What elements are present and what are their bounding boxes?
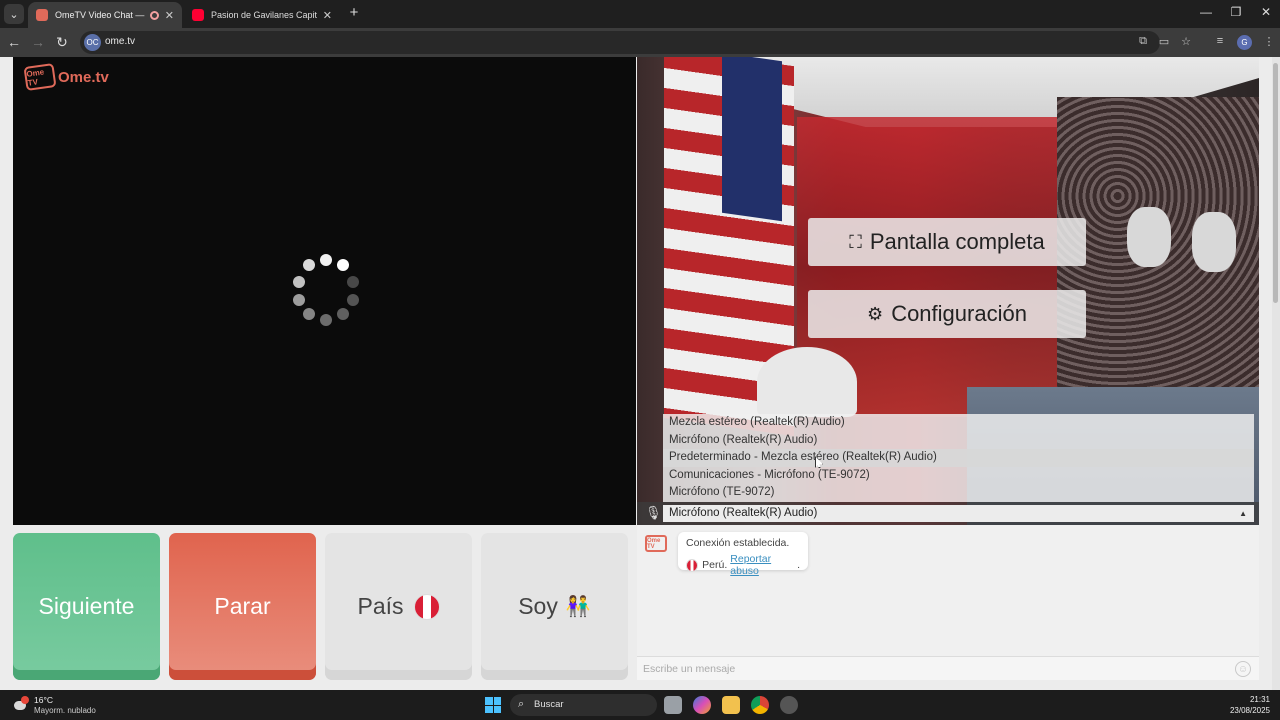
weather-icon[interactable] <box>12 695 30 713</box>
media-queue-icon[interactable]: ≡ <box>1213 35 1227 47</box>
site-info-icon[interactable]: OC <box>84 34 101 51</box>
logo-badge: Ome TV <box>23 63 57 91</box>
country-label: País <box>357 593 404 619</box>
forward-button[interactable]: → <box>30 34 46 50</box>
gender-label: Soy <box>518 593 558 619</box>
mic-option[interactable]: Micrófono (Realtek(R) Audio) <box>663 432 1254 450</box>
clock-time[interactable]: 21:31 <box>1230 695 1270 704</box>
search-label: Buscar <box>534 699 564 710</box>
message-input[interactable] <box>643 661 1223 677</box>
camera-poster-face <box>1192 212 1236 272</box>
close-window-button[interactable]: ✕ <box>1258 5 1274 19</box>
address-bar[interactable]: OC ome.tv <box>80 31 1160 54</box>
fullscreen-icon: ⛶ <box>849 231 862 252</box>
card-icon[interactable]: ▭ <box>1157 35 1171 48</box>
taskbar-search[interactable]: ⌕ Buscar <box>510 694 657 716</box>
windows-taskbar: 16°C Mayorm. nublado ⌕ Buscar 21:31 23/0… <box>0 690 1280 720</box>
camera-poster-face <box>1127 207 1171 267</box>
loading-spinner-icon <box>291 254 361 326</box>
report-abuse-link[interactable]: Reportar abuso <box>730 553 797 577</box>
file-explorer-icon[interactable] <box>722 696 740 714</box>
app-icon[interactable] <box>780 696 798 714</box>
youtube-favicon <box>192 9 204 21</box>
gender-button[interactable]: Soy 👫 <box>481 533 628 680</box>
copilot-icon[interactable] <box>693 696 711 714</box>
scrollbar-thumb[interactable] <box>1273 63 1278 303</box>
microphone-dropdown-list: Mezcla estéreo (Realtek(R) Audio) Micróf… <box>663 414 1254 502</box>
emoji-icon[interactable]: ☺ <box>1235 661 1251 677</box>
close-icon[interactable]: ✕ <box>165 9 174 22</box>
report-suffix: . <box>797 559 800 571</box>
mic-selected-value: Micrófono (Realtek(R) Audio) <box>669 507 818 519</box>
camera-flag-canton <box>722 57 782 222</box>
chrome-icon[interactable] <box>751 696 769 714</box>
chat-panel: Ome TV Conexión establecida. Perú. Repor… <box>637 525 1259 680</box>
url-text: ome.tv <box>105 36 136 47</box>
restore-button[interactable]: ❐ <box>1228 5 1244 19</box>
profile-avatar[interactable]: G <box>1237 35 1252 50</box>
browser-toolbar: ← → ↻ OC ome.tv ⧉ ▭ ☆ ≡ G ⋮ <box>0 28 1280 57</box>
clock-date[interactable]: 23/08/2025 <box>1220 706 1270 715</box>
ometv-favicon <box>36 9 48 21</box>
ometv-logo[interactable]: Ome TV Ome.tv <box>23 63 109 91</box>
weather-condition[interactable]: Mayorm. nublado <box>34 706 96 715</box>
reload-button[interactable]: ↻ <box>54 34 70 50</box>
next-label: Siguiente <box>38 593 135 619</box>
microphone-select[interactable]: Micrófono (Realtek(R) Audio) ▲ <box>663 505 1254 522</box>
logo-text: Ome.tv <box>58 68 109 86</box>
microphone-icon: 🎙 <box>645 505 662 520</box>
tab-title: OmeTV Video Chat — Ome <box>55 10 146 20</box>
browser-tab-bar: ⌄ OmeTV Video Chat — Ome ✕ Pasion de Gav… <box>0 0 1280 28</box>
country-button[interactable]: País <box>325 533 472 680</box>
mic-option[interactable]: Comunicaciones - Micrófono (TE-9072) <box>663 467 1254 485</box>
local-camera-video: ⛶ Pantalla completa ⚙ Configuración Mezc… <box>637 57 1259 525</box>
weather-temperature[interactable]: 16°C <box>34 695 53 705</box>
settings-label: Configuración <box>891 301 1027 326</box>
close-icon[interactable]: ✕ <box>323 9 332 22</box>
task-view-icon[interactable] <box>664 696 682 714</box>
mic-option[interactable]: Micrófono (TE-9072) <box>663 484 1254 502</box>
search-icon: ⌕ <box>518 698 525 710</box>
stop-button[interactable]: Parar <box>169 533 316 680</box>
couple-icon: 👫 <box>565 596 591 618</box>
next-button[interactable]: Siguiente <box>13 533 160 680</box>
recording-icon <box>149 10 159 20</box>
chat-input-bar: ☺ <box>637 656 1259 680</box>
minimize-button[interactable]: — <box>1198 5 1214 19</box>
connection-status: Conexión establecida. <box>686 537 790 549</box>
fullscreen-button[interactable]: ⛶ Pantalla completa <box>808 218 1086 266</box>
tab-search-button[interactable]: ⌄ <box>4 4 24 24</box>
tab-title: Pasion de Gavilanes Capitulo 5 <box>211 10 317 20</box>
settings-button[interactable]: ⚙ Configuración <box>808 290 1086 338</box>
fullscreen-label: Pantalla completa <box>869 229 1045 254</box>
microphone-bar: 🎙 Micrófono (Realtek(R) Audio) ▲ <box>637 502 1259 525</box>
remote-video: Ome TV Ome.tv <box>13 57 636 525</box>
windows-start-icon[interactable] <box>485 697 501 713</box>
mic-option-highlighted[interactable]: Predeterminado - Mezcla estéreo (Realtek… <box>663 449 1254 467</box>
ometv-page: Ome TV Ome.tv ⛶ Pantalla completa ⚙ Conf… <box>0 57 1280 690</box>
new-tab-button[interactable]: + <box>345 4 363 21</box>
gear-icon: ⚙ <box>867 303 884 324</box>
stop-label: Parar <box>214 593 271 619</box>
back-button[interactable]: ← <box>6 34 22 50</box>
partner-country: Perú. <box>702 559 728 571</box>
bookmark-star-icon[interactable]: ☆ <box>1179 35 1193 48</box>
peru-flag-icon <box>686 558 699 572</box>
peru-flag-icon <box>413 593 440 620</box>
camera-cap <box>757 347 857 417</box>
chevron-up-icon: ▲ <box>1239 509 1247 518</box>
tab-ometv[interactable]: OmeTV Video Chat — Ome ✕ <box>28 2 182 28</box>
cast-icon[interactable]: ⧉ <box>1136 35 1150 48</box>
tab-youtube[interactable]: Pasion de Gavilanes Capitulo 5 ✕ <box>184 2 340 28</box>
more-menu-icon[interactable]: ⋮ <box>1262 35 1276 48</box>
system-message: Conexión establecida. Perú. Reportar abu… <box>678 532 808 577</box>
chat-ometv-logo: Ome TV <box>645 535 667 552</box>
page-scrollbar[interactable] <box>1272 57 1280 690</box>
mic-option[interactable]: Mezcla estéreo (Realtek(R) Audio) <box>663 414 1254 432</box>
